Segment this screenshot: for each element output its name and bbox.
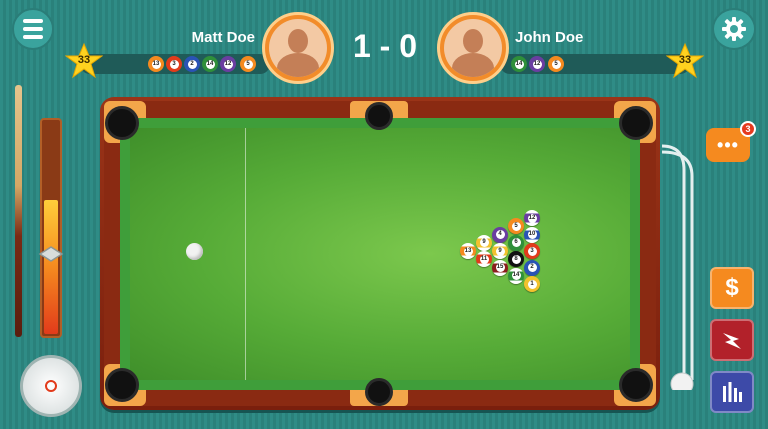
table-felt[interactable]	[130, 128, 630, 380]
leaderboard-button[interactable]	[710, 371, 754, 413]
player1-level: 33	[77, 54, 91, 66]
player1-name: Matt Doe	[191, 29, 255, 46]
person-silhouette-icon	[269, 19, 327, 77]
bar-chart-icon	[723, 382, 742, 402]
pocket	[365, 102, 393, 130]
chat-bubble-icon: •••	[717, 135, 739, 155]
hamburger-icon	[23, 17, 43, 41]
spin-target-icon	[45, 380, 57, 392]
player2-name: John Doe	[515, 29, 584, 46]
player1-level-star: 33	[64, 42, 104, 80]
p1-ball: 14	[202, 56, 218, 72]
p1-ball: 12	[220, 56, 236, 72]
lightning-icon	[723, 333, 741, 349]
menu-button[interactable]	[12, 8, 54, 50]
ball-return-track	[662, 144, 694, 390]
power-level-fill	[44, 200, 58, 334]
head-string-line	[245, 128, 246, 380]
person-silhouette-icon	[444, 19, 502, 77]
cue-stick[interactable]	[15, 85, 22, 337]
player1-avatar[interactable]	[262, 12, 334, 84]
player2-level: 33	[678, 54, 692, 66]
rack-ball: 6	[508, 234, 524, 251]
player2-level-star: 33	[665, 42, 705, 80]
settings-button[interactable]	[712, 8, 756, 50]
score: 1 - 0	[352, 28, 418, 64]
rack-ball: 2	[524, 259, 540, 276]
p2-ball: 12	[529, 56, 545, 72]
power-slider-handle[interactable]	[38, 246, 64, 262]
p1-ball: 5	[240, 56, 256, 72]
rack-ball: 1	[524, 276, 540, 292]
pocket	[105, 106, 139, 140]
rack-ball: 3	[524, 243, 540, 259]
p1-ball: 13	[148, 56, 164, 72]
rack-ball: 15	[492, 259, 508, 276]
spin-control-button[interactable]	[20, 355, 82, 417]
rack-ball: 13	[460, 243, 476, 259]
pocket	[365, 378, 393, 406]
pocket	[619, 368, 653, 402]
rack-ball: 14	[508, 267, 524, 284]
pocket	[105, 368, 139, 402]
gear-icon	[722, 17, 746, 41]
shop-button[interactable]: $	[710, 267, 754, 309]
cue-ball[interactable]	[186, 243, 203, 260]
rack-ball: 9	[492, 243, 508, 259]
rack-ball: 9	[476, 234, 492, 251]
pocket	[619, 106, 653, 140]
chat-unread-badge: 3	[740, 121, 756, 137]
diamond-handle-icon	[38, 246, 64, 262]
rack-ball: 12	[524, 210, 540, 226]
dollar-icon: $	[725, 274, 739, 301]
player2-avatar[interactable]	[437, 12, 509, 84]
rack-ball: 10	[524, 226, 540, 243]
power-up-button[interactable]	[710, 319, 754, 361]
p1-ball: 2	[184, 56, 200, 72]
p1-ball: 3	[166, 56, 182, 72]
power-meter[interactable]	[40, 118, 62, 338]
p2-ball: 14	[511, 56, 527, 72]
p2-ball: 5	[548, 56, 564, 72]
rack-ball: 4	[492, 226, 508, 243]
